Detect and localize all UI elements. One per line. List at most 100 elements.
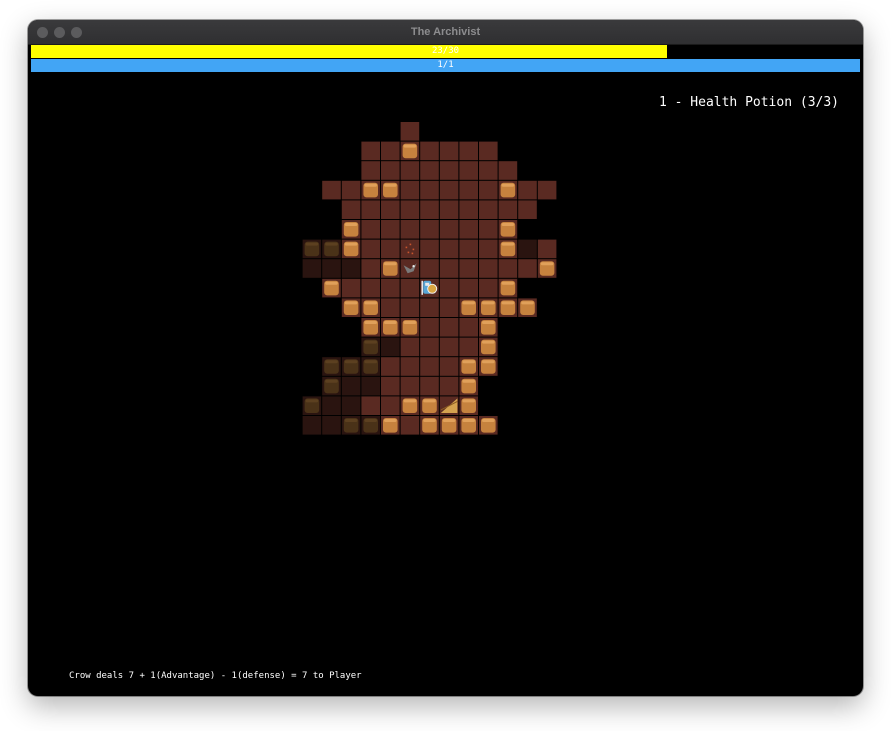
floor-tile: [420, 337, 439, 357]
floor-tile: [361, 161, 380, 180]
floor-tile: [459, 180, 478, 200]
floor-tile: [439, 239, 459, 259]
wall-tile: [439, 416, 459, 435]
floor-tile: [400, 200, 420, 219]
floor-tile: [381, 376, 400, 396]
explored-floor-tile: [322, 396, 341, 415]
floor-tile: [381, 239, 400, 259]
floor-tile: [322, 180, 341, 200]
floor-tile: [439, 180, 459, 200]
wall-tile: [459, 376, 478, 396]
floor-tile: [420, 200, 439, 219]
floor-tile: [459, 278, 478, 298]
floor-tile: [439, 220, 459, 239]
floor-tile: [420, 220, 439, 239]
explored-floor-tile: [322, 259, 341, 278]
floor-tile: [420, 376, 439, 396]
floor-tile: [459, 239, 478, 259]
floor-tile: [459, 318, 478, 337]
explored-floor-tile: [361, 376, 380, 396]
floor-tile: [361, 259, 380, 278]
wall-tile: [498, 239, 518, 259]
floor-tile: [420, 161, 439, 180]
explored-floor-tile: [381, 337, 400, 357]
floor-tile: [420, 318, 439, 337]
floor-tile: [498, 200, 518, 219]
floor-tile: [479, 259, 498, 278]
floor-tile: [459, 141, 478, 161]
wall-tile: [479, 298, 498, 317]
floor-tile: [439, 298, 459, 317]
floor-tile: [459, 220, 478, 239]
wall-tile: [498, 180, 518, 200]
floor-tile: [439, 357, 459, 376]
wall-tile: [479, 416, 498, 435]
floor-tile: [420, 357, 439, 376]
wall-tile: [479, 357, 498, 376]
floor-tile: [439, 161, 459, 180]
floor-tile: [439, 278, 459, 298]
floor-tile: [479, 239, 498, 259]
floor-tile: [361, 278, 380, 298]
explored-floor-tile: [322, 416, 341, 435]
floor-tile: [341, 200, 361, 219]
floor-tile: [400, 337, 420, 357]
floor-tile: [420, 259, 439, 278]
explored-wall-tile: [302, 396, 322, 415]
floor-tile: [381, 200, 400, 219]
floor-tile: [479, 141, 498, 161]
floor-tile: [479, 200, 498, 219]
wall-tile: [498, 278, 518, 298]
wall-tile: [381, 259, 400, 278]
game-window: The Archivist 23/30 1/1 1 - Health Potio…: [28, 20, 863, 696]
floor-tile: [479, 278, 498, 298]
explored-floor-tile: [341, 376, 361, 396]
floor-tile: [341, 278, 361, 298]
wall-tile: [361, 180, 380, 200]
wall-tile: [498, 220, 518, 239]
floor-tile: [518, 200, 537, 219]
explored-floor-tile: [518, 239, 537, 259]
floor-tile: [459, 259, 478, 278]
floor-tile: [459, 337, 478, 357]
floor-tile: [381, 298, 400, 317]
explored-floor-tile: [302, 416, 322, 435]
wall-tile: [420, 396, 439, 415]
wall-tile: [459, 298, 478, 317]
floor-tile: [361, 396, 380, 415]
floor-tile: [361, 141, 380, 161]
floor-tile: [439, 141, 459, 161]
wall-tile: [400, 396, 420, 415]
message-log-latest: Crow deals 7 + 1(Advantage) - 1(defense)…: [69, 671, 362, 681]
floor-tile: [400, 259, 420, 278]
floor-tile: [400, 220, 420, 239]
floor-tile: [381, 220, 400, 239]
floor-tile: [439, 318, 459, 337]
floor-tile: [381, 161, 400, 180]
dungeon-map[interactable]: [28, 20, 863, 620]
wall-tile: [381, 318, 400, 337]
floor-tile: [400, 122, 420, 141]
floor-tile: [439, 376, 459, 396]
floor-tile: [381, 357, 400, 376]
floor-tile: [498, 161, 518, 180]
floor-tile: [400, 376, 420, 396]
wall-tile: [341, 220, 361, 239]
explored-wall-tile: [341, 357, 361, 376]
floor-tile: [420, 298, 439, 317]
floor-tile: [400, 239, 420, 259]
floor-tile: [537, 239, 557, 259]
wall-tile: [381, 416, 400, 435]
floor-tile: [400, 161, 420, 180]
floor-tile: [400, 180, 420, 200]
floor-tile: [439, 200, 459, 219]
explored-wall-tile: [322, 239, 341, 259]
wall-tile: [341, 298, 361, 317]
floor-tile: [361, 200, 380, 219]
explored-wall-tile: [361, 337, 380, 357]
wall-tile: [537, 259, 557, 278]
explored-floor-tile: [341, 396, 361, 415]
explored-floor-tile: [341, 259, 361, 278]
floor-tile: [341, 180, 361, 200]
floor-tile: [479, 220, 498, 239]
